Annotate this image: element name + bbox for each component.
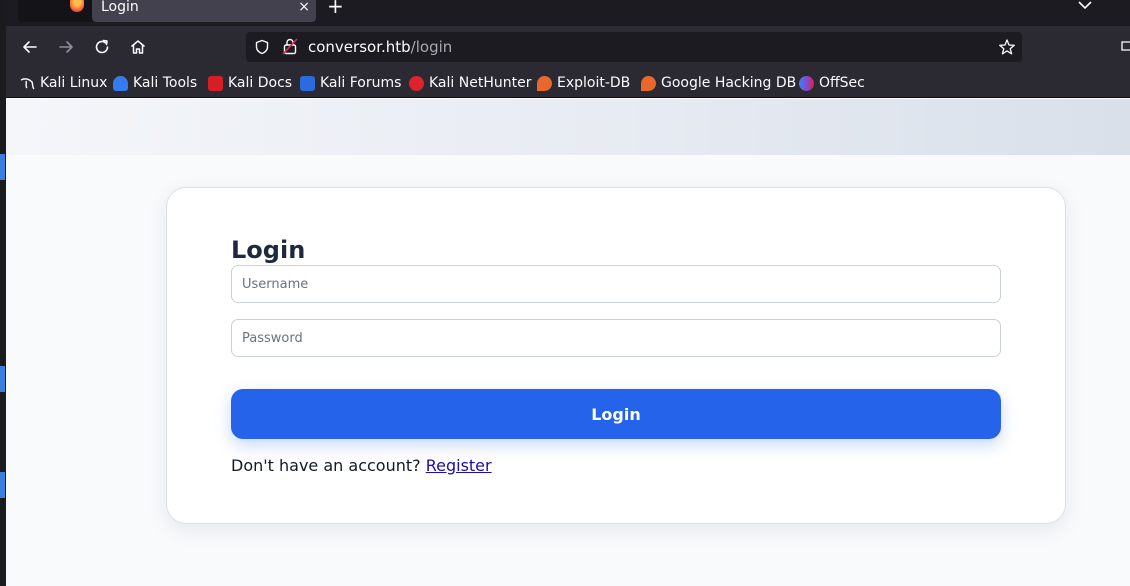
bookmark-label: Kali Forums [320, 75, 402, 91]
forward-icon[interactable] [56, 37, 76, 57]
extension-icon[interactable] [1120, 39, 1130, 53]
register-link[interactable]: Register [426, 456, 492, 475]
tab-bar: Login × + [6, 0, 1130, 26]
username-input[interactable] [231, 265, 1001, 303]
chevron-down-icon[interactable] [1078, 0, 1092, 12]
bookmark-kali-tools[interactable]: Kali Tools [113, 74, 197, 92]
url-text[interactable]: conversor.htb/login [308, 38, 452, 56]
exploit-db-icon [537, 75, 552, 91]
bookmark-exploit-db[interactable]: Exploit-DB [537, 74, 630, 92]
kali-nethunter-icon [409, 75, 424, 91]
navigation-toolbar: conversor.htb/login [6, 26, 1130, 68]
insecure-lock-icon[interactable] [282, 38, 298, 55]
ghdb-icon [641, 75, 656, 91]
desktop-edge-marker [0, 366, 5, 392]
address-bar[interactable]: conversor.htb/login [246, 32, 1022, 62]
bookmark-label: Kali Linux [40, 75, 108, 91]
login-button[interactable]: Login [231, 389, 1001, 439]
kali-dragon-icon [20, 77, 35, 89]
bookmark-label: Kali Docs [228, 75, 293, 91]
bookmark-kali-linux[interactable]: Kali Linux [20, 74, 107, 92]
shield-icon[interactable] [254, 39, 270, 55]
bookmark-label: Kali NetHunter [429, 75, 532, 91]
bookmark-label: Kali Tools [133, 75, 198, 91]
bookmark-star-icon[interactable] [998, 38, 1016, 56]
kali-tools-icon [113, 75, 128, 91]
back-icon[interactable] [20, 37, 40, 57]
password-input[interactable] [231, 319, 1001, 357]
bookmark-offsec[interactable]: OffSec [799, 74, 865, 92]
url-host: conversor.htb [308, 38, 411, 56]
bookmark-label: Google Hacking DB [661, 75, 797, 91]
home-icon[interactable] [128, 37, 148, 57]
desktop-edge-marker [0, 154, 5, 180]
bookmark-kali-forums[interactable]: Kali Forums [300, 74, 401, 92]
bookmarks-toolbar: Kali Linux Kali Tools Kali Docs Kali For… [6, 68, 1130, 98]
page-content: Login Login Don't have an account? Regis… [6, 99, 1130, 586]
desktop-edge-marker [0, 472, 5, 498]
login-title: Login [231, 236, 306, 264]
browser-window: Login × + conversor.htb/login Kali Linux… [6, 0, 1130, 586]
reload-icon[interactable] [92, 37, 112, 57]
kali-forums-icon [300, 75, 315, 91]
bookmark-kali-nethunter[interactable]: Kali NetHunter [409, 74, 531, 92]
new-tab-icon[interactable]: + [327, 0, 344, 16]
login-card: Login Login Don't have an account? Regis… [166, 187, 1066, 524]
tab-inactive[interactable] [18, 0, 96, 22]
page-header [6, 99, 1130, 155]
register-prompt-line: Don't have an account? Register [231, 456, 492, 476]
tab-title: Login [101, 0, 139, 15]
bookmark-kali-docs[interactable]: Kali Docs [208, 74, 292, 92]
register-prompt: Don't have an account? [231, 456, 421, 475]
bookmark-label: OffSec [819, 75, 865, 91]
bookmark-label: Exploit-DB [557, 75, 631, 91]
kali-docs-icon [208, 75, 223, 91]
firefox-icon [70, 0, 84, 12]
bookmark-google-hacking-db[interactable]: Google Hacking DB [641, 74, 796, 92]
tab-login[interactable]: Login × [92, 0, 316, 22]
offsec-icon [799, 75, 814, 91]
url-path: /login [410, 38, 453, 56]
tab-close-icon[interactable]: × [298, 0, 310, 14]
